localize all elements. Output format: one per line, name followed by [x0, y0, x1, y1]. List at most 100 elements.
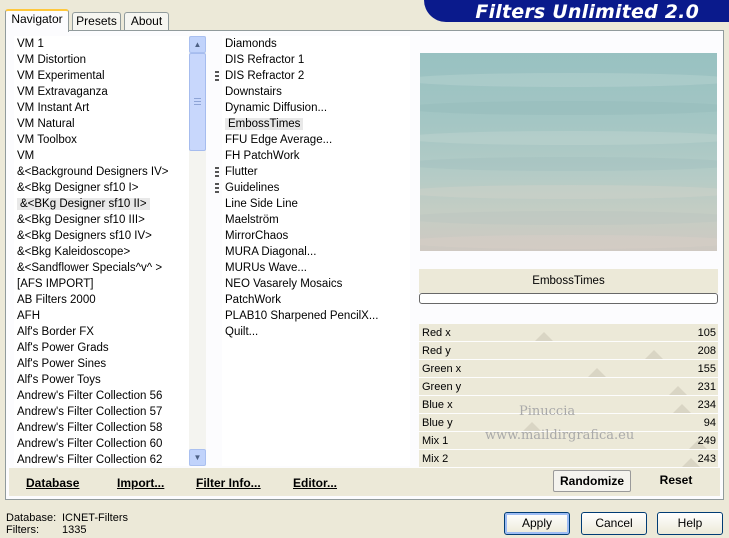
filter-item[interactable]: PatchWork: [222, 292, 410, 308]
category-label: VM Instant Art: [17, 102, 90, 114]
filter-item[interactable]: Downstairs: [222, 84, 410, 100]
category-item[interactable]: Alf's Border FX: [14, 324, 189, 340]
category-item[interactable]: Andrew's Filter Collection 58: [14, 420, 189, 436]
filter-item[interactable]: Diamonds: [222, 36, 410, 52]
parameter-slider[interactable]: Green y 231: [419, 378, 718, 396]
filter-item[interactable]: FH PatchWork: [222, 148, 410, 164]
category-label: Alf's Power Grads: [17, 342, 109, 354]
category-label: &<BKg Designer sf10 II>: [17, 198, 150, 210]
tab-about[interactable]: About: [124, 12, 169, 31]
category-item[interactable]: &<Bkg Designer sf10 III>: [14, 212, 189, 228]
category-item[interactable]: VM Extravaganza: [14, 84, 189, 100]
category-item[interactable]: Alf's Power Sines: [14, 356, 189, 372]
category-item[interactable]: [AFS IMPORT]: [14, 276, 189, 292]
category-item[interactable]: Andrew's Filter Collection 57: [14, 404, 189, 420]
category-list[interactable]: VM 1 VM Distortion VM Experimental VM Extra…: [14, 36, 189, 466]
filter-label: MirrorChaos: [225, 230, 289, 242]
scroll-thumb[interactable]: [189, 53, 206, 151]
parameter-slider[interactable]: Red x 105: [419, 324, 718, 342]
category-item[interactable]: VM 1: [14, 36, 189, 52]
slider-thumb[interactable]: [588, 368, 606, 377]
parameter-label: Green x: [422, 363, 462, 375]
parameter-value: 105: [697, 327, 716, 339]
category-item[interactable]: &<Sandflower Specials^v^ >: [14, 260, 189, 276]
category-item[interactable]: Alf's Power Toys: [14, 372, 189, 388]
category-item[interactable]: VM Experimental: [14, 68, 189, 84]
category-item[interactable]: VM Distortion: [14, 52, 189, 68]
category-item[interactable]: Andrew's Filter Collection 56: [14, 388, 189, 404]
category-item[interactable]: VM Toolbox: [14, 132, 189, 148]
database-button[interactable]: Database: [26, 474, 79, 492]
filter-label: MURUs Wave...: [225, 262, 307, 274]
parameter-value: 208: [697, 345, 716, 357]
filter-item[interactable]: Line Side Line: [222, 196, 410, 212]
slider-thumb[interactable]: [669, 386, 687, 395]
category-item[interactable]: AB Filters 2000: [14, 292, 189, 308]
parameter-value: 231: [697, 381, 716, 393]
category-item[interactable]: &<Background Designers IV>: [14, 164, 189, 180]
category-item[interactable]: VM Natural: [14, 116, 189, 132]
filter-item[interactable]: Guidelines: [215, 180, 410, 196]
scroll-up-button[interactable]: ▲: [189, 36, 206, 53]
category-item[interactable]: Alf's Power Grads: [14, 340, 189, 356]
filter-list[interactable]: Diamonds DIS Refractor 1 DIS Refractor 2 Do…: [215, 36, 410, 466]
database-info: Database: ICNET-Filters: [6, 512, 128, 524]
filter-item[interactable]: Flutter: [215, 164, 410, 180]
parameter-slider[interactable]: Mix 2 243: [419, 450, 718, 468]
app-title: Filters Unlimited 2.0: [475, 1, 699, 23]
editor-button[interactable]: Editor...: [293, 474, 337, 492]
parameter-label: Red y: [422, 345, 451, 357]
filter-item[interactable]: DIS Refractor 1: [222, 52, 410, 68]
filter-item[interactable]: MURUs Wave...: [222, 260, 410, 276]
category-item[interactable]: &<Bkg Kaleidoscope>: [14, 244, 189, 260]
filter-label: PLAB10 Sharpened PencilX...: [225, 310, 379, 322]
category-label: Alf's Power Toys: [17, 374, 101, 386]
help-button[interactable]: Help: [657, 512, 723, 535]
randomize-button[interactable]: Randomize: [553, 470, 631, 492]
category-item[interactable]: Andrew's Filter Collection 62: [14, 452, 189, 466]
apply-button[interactable]: Apply: [504, 512, 570, 535]
filters-label: Filters:: [6, 524, 39, 536]
scroll-down-button[interactable]: ▼: [189, 449, 206, 466]
category-label: &<Sandflower Specials^v^ >: [17, 262, 163, 274]
reset-button[interactable]: Reset: [650, 470, 702, 492]
slider-thumb[interactable]: [535, 332, 553, 341]
category-item[interactable]: &<Bkg Designer sf10 I>: [14, 180, 189, 196]
filter-item[interactable]: Dynamic Diffusion...: [222, 100, 410, 116]
category-item[interactable]: VM Instant Art: [14, 100, 189, 116]
slider-thumb[interactable]: [673, 404, 691, 413]
filter-item[interactable]: DIS Refractor 2: [215, 68, 410, 84]
slider-thumb[interactable]: [645, 350, 663, 359]
category-item[interactable]: &<BKg Designer sf10 II>: [14, 196, 189, 212]
parameter-slider[interactable]: Green x 155: [419, 360, 718, 378]
cancel-button[interactable]: Cancel: [581, 512, 647, 535]
category-item[interactable]: &<Bkg Designers sf10 IV>: [14, 228, 189, 244]
parameter-value: 243: [697, 453, 716, 465]
category-item[interactable]: AFH: [14, 308, 189, 324]
category-item[interactable]: Andrew's Filter Collection 60: [14, 436, 189, 452]
filter-item[interactable]: MirrorChaos: [222, 228, 410, 244]
category-label: Andrew's Filter Collection 56: [17, 390, 163, 402]
parameter-slider[interactable]: Red y 208: [419, 342, 718, 360]
filter-label: NEO Vasarely Mosaics: [225, 278, 343, 290]
tab-navigator[interactable]: Navigator: [5, 9, 69, 32]
category-label: VM 1: [17, 38, 44, 50]
filter-item[interactable]: Maelström: [222, 212, 410, 228]
category-scrollbar[interactable]: ▲ ▼: [189, 36, 206, 466]
parameter-label: Mix 1: [422, 435, 449, 447]
filter-item[interactable]: Quilt...: [222, 324, 410, 340]
filter-item[interactable]: EmbossTimes: [222, 116, 410, 132]
filter-group-marker-icon: [215, 183, 219, 193]
filter-item[interactable]: MURA Diagonal...: [222, 244, 410, 260]
filter-label: EmbossTimes: [225, 118, 304, 130]
filter-item[interactable]: FFU Edge Average...: [222, 132, 410, 148]
import-button[interactable]: Import...: [117, 474, 164, 492]
category-label: Andrew's Filter Collection 58: [17, 422, 163, 434]
filter-info-button[interactable]: Filter Info...: [196, 474, 261, 492]
tab-presets[interactable]: Presets: [72, 12, 121, 31]
category-label: Alf's Power Sines: [17, 358, 107, 370]
category-label: [AFS IMPORT]: [17, 278, 94, 290]
filter-item[interactable]: PLAB10 Sharpened PencilX...: [222, 308, 410, 324]
category-item[interactable]: VM: [14, 148, 189, 164]
filter-item[interactable]: NEO Vasarely Mosaics: [222, 276, 410, 292]
